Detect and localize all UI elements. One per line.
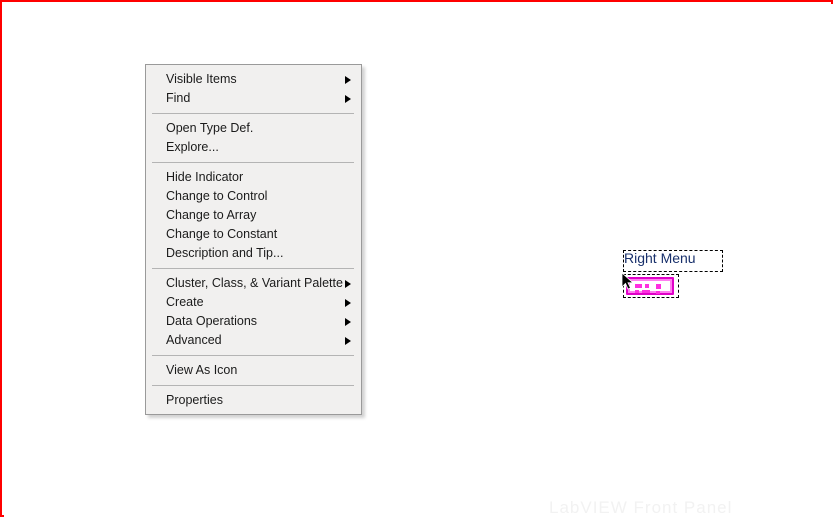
- menu-item-properties[interactable]: Properties: [146, 391, 361, 410]
- menu-item-visible-items[interactable]: Visible Items: [146, 70, 361, 89]
- menu-group-properties: Properties: [146, 390, 361, 411]
- menu-item-advanced[interactable]: Advanced: [146, 331, 361, 350]
- menu-item-label: Change to Constant: [166, 227, 278, 241]
- menu-item-change-to-array[interactable]: Change to Array: [146, 206, 361, 225]
- chevron-right-icon: [345, 317, 351, 326]
- menu-item-change-to-control[interactable]: Change to Control: [146, 187, 361, 206]
- front-panel-cluster-indicator[interactable]: Right Menu: [621, 248, 729, 300]
- menu-group-typedef: Open Type Def. Explore...: [146, 118, 361, 158]
- terminal-element-4: [642, 290, 650, 293]
- menu-item-label: View As Icon: [166, 363, 238, 377]
- menu-separator: [152, 268, 354, 269]
- menu-item-find[interactable]: Find: [146, 89, 361, 108]
- chevron-right-icon: [345, 75, 351, 84]
- indicator-label[interactable]: Right Menu: [624, 250, 696, 266]
- context-menu[interactable]: Visible Items Find Open Type Def. Explor…: [145, 64, 362, 415]
- menu-separator: [152, 113, 354, 114]
- mouse-pointer-icon: [621, 272, 635, 290]
- menu-item-hide-indicator[interactable]: Hide Indicator: [146, 168, 361, 187]
- terminal-element-3: [635, 290, 639, 293]
- screenshot-frame: LabVIEW Front Panel Right Menu Visible I…: [0, 0, 833, 517]
- chevron-right-icon: [345, 279, 351, 288]
- menu-item-data-operations[interactable]: Data Operations: [146, 312, 361, 331]
- menu-item-open-type-def[interactable]: Open Type Def.: [146, 119, 361, 138]
- menu-item-view-as-icon[interactable]: View As Icon: [146, 361, 361, 380]
- terminal-element-2: [645, 284, 649, 288]
- menu-group-navigation: Visible Items Find: [146, 69, 361, 109]
- menu-item-explore[interactable]: Explore...: [146, 138, 361, 157]
- menu-item-create[interactable]: Create: [146, 293, 361, 312]
- menu-separator: [152, 162, 354, 163]
- menu-item-change-to-constant[interactable]: Change to Constant: [146, 225, 361, 244]
- menu-item-label: Cluster, Class, & Variant Palette: [166, 276, 343, 290]
- menu-item-label: Change to Control: [166, 189, 268, 203]
- menu-item-label: Create: [166, 295, 204, 309]
- menu-group-view: View As Icon: [146, 360, 361, 381]
- terminal-element-6: [656, 291, 660, 294]
- menu-item-cluster-class-variant-palette[interactable]: Cluster, Class, & Variant Palette: [146, 274, 361, 293]
- front-panel-canvas[interactable]: LabVIEW Front Panel Right Menu Visible I…: [4, 4, 833, 517]
- menu-item-label: Find: [166, 91, 191, 105]
- terminal-element-1: [635, 284, 642, 288]
- menu-item-label: Change to Array: [166, 208, 257, 222]
- menu-item-label: Explore...: [166, 140, 219, 154]
- menu-item-label: Hide Indicator: [166, 170, 244, 184]
- terminal-inner-face: [630, 281, 670, 294]
- menu-separator: [152, 385, 354, 386]
- menu-item-label: Data Operations: [166, 314, 258, 328]
- menu-separator: [152, 355, 354, 356]
- menu-group-palette-actions: Cluster, Class, & Variant Palette Create…: [146, 273, 361, 351]
- menu-item-label: Open Type Def.: [166, 121, 254, 135]
- chevron-right-icon: [345, 298, 351, 307]
- watermark-text: LabVIEW Front Panel: [549, 498, 733, 517]
- menu-item-label: Visible Items: [166, 72, 237, 86]
- menu-item-label: Properties: [166, 393, 223, 407]
- menu-item-description-and-tip[interactable]: Description and Tip...: [146, 244, 361, 263]
- chevron-right-icon: [345, 336, 351, 345]
- terminal-element-5: [656, 284, 661, 289]
- menu-item-label: Advanced: [166, 333, 222, 347]
- chevron-right-icon: [345, 94, 351, 103]
- menu-item-label: Description and Tip...: [166, 246, 284, 260]
- menu-group-conversion: Hide Indicator Change to Control Change …: [146, 167, 361, 264]
